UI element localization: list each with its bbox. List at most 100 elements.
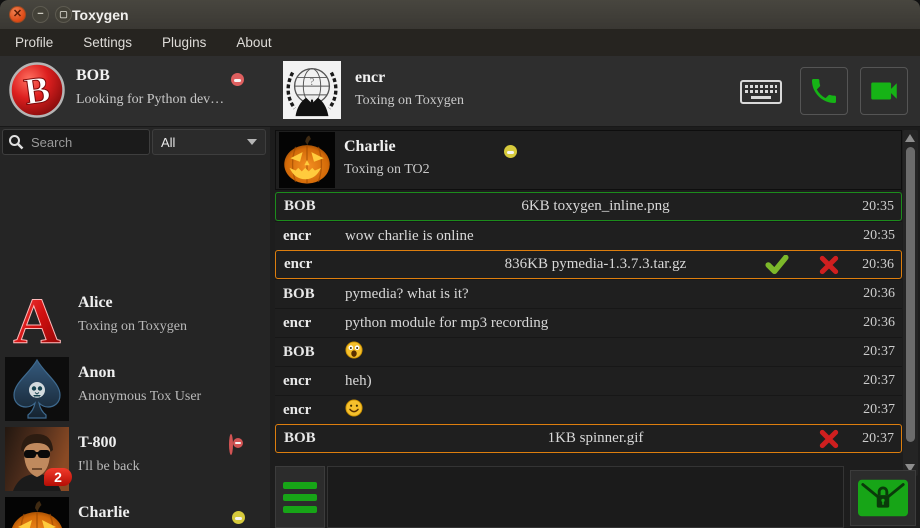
message-text: python module for mp3 recording — [345, 315, 846, 332]
shocked-face-emoji — [345, 341, 363, 359]
contact-row-t800[interactable]: 2 T-800 I'll be back — [0, 424, 270, 494]
file-size-and-name: 6KB toxygen_inline.png — [346, 198, 845, 215]
menu-plugins[interactable]: Plugins — [147, 30, 221, 56]
message-time: 20:36 — [846, 315, 902, 331]
audio-call-button[interactable] — [800, 67, 848, 115]
contacts-sidebar: All A Alice Toxing on Toxygen Anon Ano — [0, 127, 270, 528]
search-input[interactable] — [29, 134, 143, 151]
peer-avatar-anonymous: ? — [283, 61, 341, 119]
message-input[interactable] — [327, 466, 844, 528]
message-row: encr python module for mp3 recording 20:… — [275, 308, 902, 337]
message-sender: encr — [275, 373, 345, 390]
unread-count-badge: 2 — [44, 468, 72, 486]
keyboard-icon[interactable] — [740, 80, 782, 104]
contact-status-message: Toxing on Toxygen — [78, 319, 187, 335]
contact-row-anon[interactable]: Anon Anonymous Tox User — [0, 354, 270, 424]
message-row: encr 20:37 — [275, 395, 902, 424]
contact-filter-dropdown[interactable]: All — [152, 129, 266, 155]
scrollbar-thumb[interactable] — [906, 147, 915, 442]
search-box[interactable] — [2, 129, 150, 155]
search-icon — [8, 134, 24, 150]
chat-peer-status-message: Toxing on TO2 — [344, 162, 430, 178]
message-sender: BOB — [276, 198, 346, 215]
accept-file-icon[interactable] — [765, 255, 789, 275]
hamburger-bar — [283, 506, 317, 513]
message-time: 20:37 — [846, 344, 902, 360]
decline-file-icon[interactable] — [819, 255, 839, 275]
menu-settings[interactable]: Settings — [68, 30, 147, 56]
message-sender: BOB — [275, 286, 345, 303]
svg-text:A: A — [13, 287, 61, 351]
message-time: 20:37 — [846, 373, 902, 389]
message-sender: encr — [275, 315, 345, 332]
chat-peer-avatar-pumpkin — [279, 132, 335, 188]
peer-status-message: Toxing on Toxygen — [355, 93, 464, 109]
hamburger-bar — [283, 494, 317, 501]
chat-peer-away-status-icon — [504, 145, 517, 158]
encrypted-send-envelope-icon — [858, 479, 908, 517]
phone-icon — [808, 75, 840, 107]
self-busy-status-icon — [231, 73, 244, 86]
message-time: 20:35 — [846, 228, 902, 244]
self-status-message[interactable]: Looking for Python dev… — [76, 92, 224, 108]
contact-row-alice[interactable]: A Alice Toxing on Toxygen — [0, 284, 270, 354]
contact-row-charlie[interactable]: Charlie Toxing on TO2 — [0, 494, 270, 528]
message-time: 20:36 — [845, 257, 901, 273]
message-text: heh) — [345, 373, 846, 390]
message-text: pymedia? what is it? — [345, 286, 846, 303]
send-message-button[interactable] — [850, 470, 916, 526]
message-emoji-cell — [345, 341, 846, 364]
message-time: 20:37 — [845, 431, 901, 447]
message-sender: encr — [275, 402, 345, 419]
message-sender: encr — [275, 228, 345, 245]
busy-new-message-status-icon — [229, 434, 233, 455]
decline-file-icon[interactable] — [819, 429, 839, 449]
anon-spade-skull-avatar — [5, 357, 69, 421]
window-maximize-button[interactable]: ▢ — [55, 6, 72, 23]
contact-name: Anon — [78, 364, 115, 382]
toxygen-window: ✕ − ▢ Toxygen Profile Settings Plugins A… — [0, 0, 920, 528]
menu-profile[interactable]: Profile — [0, 30, 68, 56]
smiling-face-emoji — [345, 399, 363, 417]
contact-filter-value: All — [161, 135, 175, 150]
message-emoji-cell — [345, 399, 846, 422]
video-camera-icon — [867, 74, 901, 108]
message-sender: BOB — [276, 430, 346, 447]
message-row: encr heh) 20:37 — [275, 366, 902, 395]
menu-about[interactable]: About — [221, 30, 286, 56]
self-name[interactable]: BOB — [76, 67, 110, 85]
chevron-down-icon — [247, 139, 257, 145]
contact-status-message: Anonymous Tox User — [78, 389, 201, 405]
contact-name: T-800 — [78, 434, 117, 452]
self-avatar[interactable]: B — [8, 61, 66, 119]
file-transfer-row: BOB 6KB toxygen_inline.png 20:35 — [275, 192, 902, 221]
message-sender: BOB — [275, 344, 345, 361]
away-status-icon — [232, 511, 245, 524]
message-list[interactable]: BOB 6KB toxygen_inline.png 20:35 encr wo… — [275, 192, 902, 453]
file-size-and-name: 1KB spinner.gif — [346, 430, 845, 447]
alice-avatar: A — [5, 287, 69, 351]
window-title: Toxygen — [72, 0, 129, 30]
message-sender: encr — [276, 256, 346, 273]
pumpkin-avatar — [5, 497, 69, 528]
chat-peer-name: Charlie — [344, 138, 396, 156]
message-time: 20:37 — [846, 402, 902, 418]
message-row: BOB 20:37 — [275, 337, 902, 366]
window-minimize-button[interactable]: − — [32, 6, 49, 23]
hamburger-bar — [283, 482, 317, 489]
title-bar: ✕ − ▢ Toxygen — [0, 0, 920, 30]
chat-peer-header: Charlie Toxing on TO2 — [275, 130, 902, 190]
video-call-button[interactable] — [860, 67, 908, 115]
svg-text:?: ? — [310, 77, 315, 88]
top-panel: B BOB Looking for Python dev… ? encr Tox… — [0, 56, 920, 127]
message-time: 20:35 — [845, 199, 901, 215]
message-row: BOB pymedia? what is it? 20:36 — [275, 279, 902, 308]
window-close-button[interactable]: ✕ — [9, 6, 26, 23]
peer-name: encr — [355, 69, 385, 87]
message-text: wow charlie is online — [345, 228, 846, 245]
scroll-up-arrow-icon[interactable] — [905, 134, 915, 142]
menu-bar: Profile Settings Plugins About — [0, 30, 920, 56]
smileys-menu-button[interactable] — [275, 466, 325, 528]
chat-scrollbar[interactable] — [903, 130, 918, 476]
file-transfer-row: encr 836KB pymedia-1.3.7.3.tar.gz 20:36 — [275, 250, 902, 279]
